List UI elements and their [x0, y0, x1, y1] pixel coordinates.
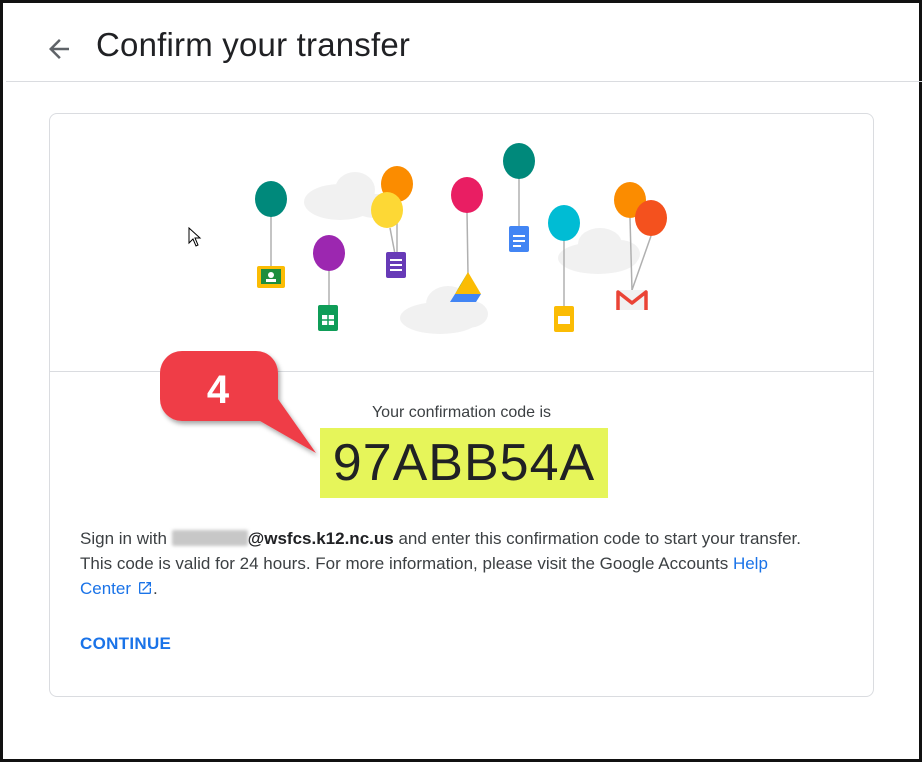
mouse-cursor-icon — [188, 226, 202, 252]
instructions-text: Sign in with @wsfcs.k12.nc.us and enter … — [80, 526, 840, 603]
balloon-icon — [371, 192, 403, 228]
step-number: 4 — [207, 368, 230, 412]
instructions-line1-suffix: and enter this confirmation code to star… — [393, 529, 801, 548]
balloon-icon — [548, 205, 580, 241]
gmail-icon — [616, 290, 648, 310]
email-domain: @wsfcs.k12.nc.us — [247, 529, 394, 548]
google-forms-icon — [386, 252, 406, 278]
help-link-text: Help — [732, 554, 768, 573]
google-sheets-icon — [318, 305, 338, 331]
step-callout-badge: 4 — [160, 351, 316, 453]
balloon-icon — [451, 177, 483, 213]
confirmation-code: 97ABB54A — [320, 428, 608, 498]
page-header: Confirm your transfer — [6, 6, 922, 82]
instructions-period: . — [153, 579, 158, 598]
back-button[interactable] — [44, 34, 74, 64]
google-classroom-icon — [257, 266, 285, 288]
arrow-left-icon — [49, 39, 69, 59]
balloon-icon — [313, 235, 345, 271]
center-link-text: Center — [80, 579, 132, 598]
window-frame: Confirm your transfer Your confirmation … — [0, 0, 922, 762]
page-title: Confirm your transfer — [96, 26, 411, 63]
callout-shape: 4 — [160, 351, 316, 453]
google-drive-icon — [450, 272, 481, 302]
redacted-username — [171, 530, 248, 546]
balloon-icon — [255, 181, 287, 217]
google-docs-icon — [509, 226, 529, 252]
instructions-line2: This code is valid for 24 hours. For mor… — [80, 554, 733, 573]
continue-button[interactable]: CONTINUE — [80, 634, 171, 654]
balloon-icon — [503, 143, 535, 179]
balloons-graphic — [255, 143, 667, 334]
balloons-illustration — [50, 114, 873, 372]
balloon-icon — [635, 200, 667, 236]
sign-in-prefix: Sign in with — [80, 529, 172, 548]
open-in-new-icon[interactable] — [137, 578, 153, 603]
google-slides-icon — [554, 306, 574, 332]
